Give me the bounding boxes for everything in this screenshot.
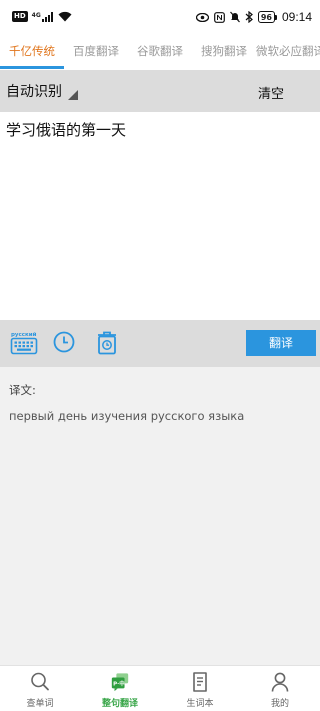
hd-badge: HD bbox=[12, 11, 28, 22]
nav-profile[interactable]: 我的 bbox=[240, 666, 320, 711]
source-language-label: 自动识别 bbox=[6, 84, 62, 100]
nav-label: 我的 bbox=[270, 699, 289, 709]
dropdown-triangle-icon bbox=[68, 90, 78, 100]
svg-text:Р·中: Р·中 bbox=[113, 679, 125, 687]
tab-bing[interactable]: 微软必应翻译 bbox=[256, 36, 320, 70]
battery-level: 96 bbox=[257, 11, 275, 23]
eye-icon bbox=[195, 12, 209, 22]
history-clock-icon[interactable] bbox=[52, 330, 78, 356]
tab-indicator bbox=[0, 66, 64, 69]
status-left: HD 4G bbox=[12, 11, 72, 22]
search-icon bbox=[31, 672, 49, 691]
status-time: 09:14 bbox=[281, 10, 312, 24]
result-label: 译文: bbox=[9, 383, 36, 397]
input-toolbar: русский 翻译 bbox=[0, 320, 320, 367]
result-area: 译文: первый день изучения русского языка bbox=[0, 367, 320, 665]
bell-off-icon bbox=[229, 11, 240, 23]
wifi-icon bbox=[58, 11, 72, 22]
tab-baidu[interactable]: 百度翻译 bbox=[64, 36, 128, 70]
nav-vocabulary[interactable]: 生词本 bbox=[160, 666, 240, 711]
nav-label: 整句翻译 bbox=[101, 699, 138, 709]
signal-icon: 4G bbox=[31, 11, 54, 22]
nfc-icon bbox=[213, 11, 225, 23]
keyboard-icon[interactable]: русский bbox=[10, 330, 38, 356]
translate-chat-icon: Р·中 bbox=[111, 673, 129, 692]
signal-label: 4G bbox=[31, 11, 41, 19]
notebook-icon bbox=[193, 672, 207, 692]
delete-history-icon[interactable] bbox=[95, 330, 121, 356]
bottom-nav: 查单词 Р·中 整句翻译 生词本 我的 bbox=[0, 665, 320, 711]
nav-sentence-translate[interactable]: Р·中 整句翻译 bbox=[80, 666, 160, 711]
nav-label: 查单词 bbox=[26, 699, 54, 709]
input-area[interactable]: 学习俄语的第一天 bbox=[0, 112, 320, 320]
tab-sogou[interactable]: 搜狗翻译 bbox=[192, 36, 256, 70]
source-language-select[interactable]: 自动识别 bbox=[6, 81, 78, 101]
status-right: 96 09:14 bbox=[195, 10, 312, 24]
tab-qianyi[interactable]: 千亿传统 bbox=[0, 36, 64, 70]
nav-lookup-word[interactable]: 查单词 bbox=[0, 666, 80, 711]
nav-label: 生词本 bbox=[186, 699, 214, 709]
input-text[interactable]: 学习俄语的第一天 bbox=[6, 119, 126, 140]
translate-button[interactable]: 翻译 bbox=[246, 330, 316, 356]
battery-icon: 96 bbox=[257, 11, 277, 23]
result-text[interactable]: первый день изучения русского языка bbox=[9, 409, 244, 423]
engine-tabs: 千亿传统 百度翻译 谷歌翻译 搜狗翻译 微软必应翻译 bbox=[0, 36, 320, 70]
bluetooth-icon bbox=[245, 11, 253, 23]
tab-google[interactable]: 谷歌翻译 bbox=[128, 36, 192, 70]
clear-button[interactable]: 清空 bbox=[258, 83, 284, 102]
status-bar: HD 4G 96 09:14 bbox=[0, 0, 320, 36]
language-bar: 自动识别 清空 bbox=[0, 70, 320, 112]
keyboard-icon-label: русский bbox=[11, 331, 37, 338]
person-icon bbox=[271, 672, 289, 692]
